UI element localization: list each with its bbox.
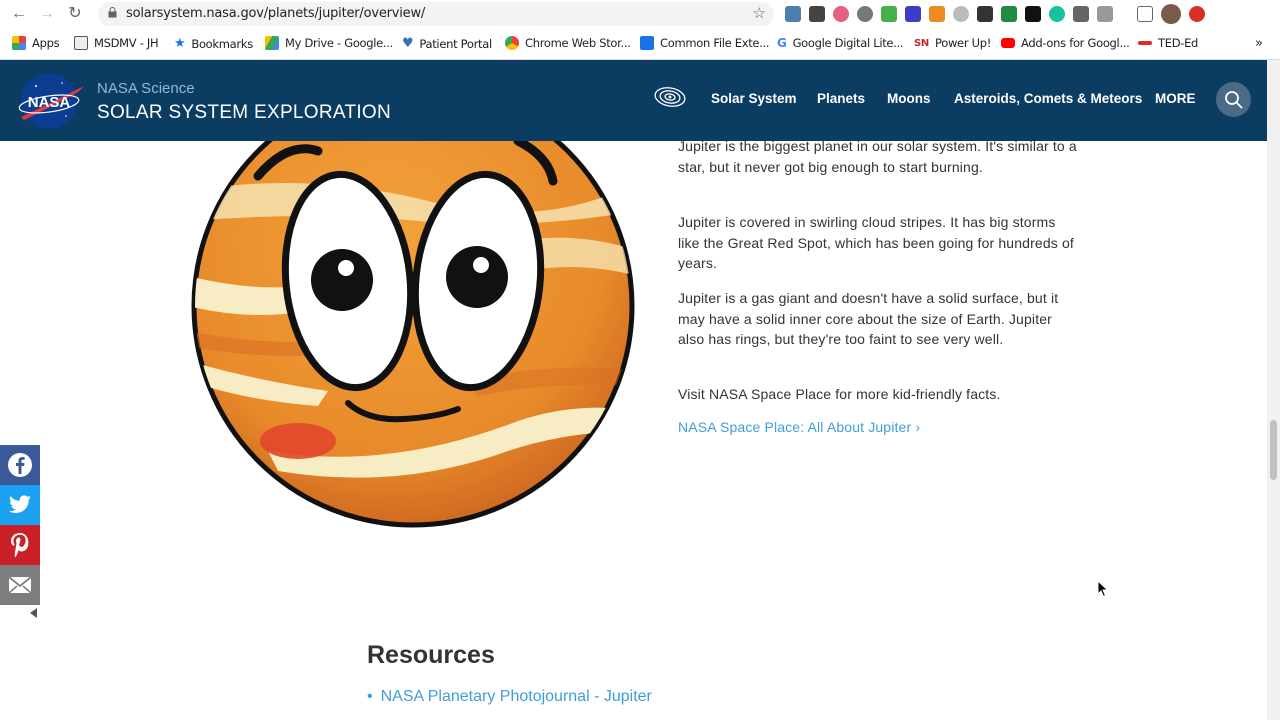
brand-title[interactable]: SOLAR SYSTEM EXPLORATION	[97, 102, 391, 124]
google-icon: G	[777, 36, 787, 50]
jupiter-paragraph-1: Jupiter is the biggest planet in our sol…	[678, 141, 1077, 175]
site-header: NASA NASA Science SOLAR SYSTEM EXPLORATI…	[0, 60, 1267, 141]
pinterest-share-button[interactable]	[0, 525, 40, 565]
file-icon	[640, 36, 654, 50]
main-content: Jupiter is the biggest planet in our sol…	[0, 141, 1267, 720]
address-row: ← → ↻ solarsystem.nasa.gov/planets/jupit…	[0, 0, 1280, 28]
nasa-logo-text: NASA	[28, 94, 71, 111]
extension-icon[interactable]	[1001, 6, 1017, 22]
envelope-icon	[8, 576, 32, 594]
nav-more[interactable]: MORE	[1155, 91, 1196, 106]
resources-heading: Resources	[367, 641, 495, 669]
nav-asteroids-comets-meteors[interactable]: Asteroids, Comets & Meteors	[954, 91, 1142, 106]
youtube-icon	[1001, 38, 1015, 48]
extension-icon[interactable]	[1025, 6, 1041, 22]
nav-solar-system[interactable]: Solar System	[711, 91, 797, 106]
resource-list-item[interactable]: • NASA Planetary Photojournal - Jupiter	[367, 688, 652, 706]
twitter-bird-icon	[9, 495, 31, 514]
reload-icon[interactable]: ↻	[66, 5, 84, 23]
facebook-share-button[interactable]	[0, 445, 40, 485]
page-scrollbar[interactable]	[1267, 60, 1280, 720]
facebook-icon	[8, 453, 32, 477]
bookmark-item[interactable]: MSDMV - JH	[74, 36, 159, 50]
avatar[interactable]	[1161, 4, 1181, 24]
nav-planets[interactable]: Planets	[817, 91, 865, 106]
back-arrow-icon[interactable]: ←	[10, 5, 28, 23]
brand-subtitle[interactable]: NASA Science	[97, 80, 195, 97]
collapse-share-bar-icon[interactable]	[30, 608, 37, 618]
extensions-row	[785, 4, 1205, 24]
browser-chrome: ← → ↻ solarsystem.nasa.gov/planets/jupit…	[0, 0, 1280, 60]
bookmark-item[interactable]: Add-ons for Googl...	[1001, 36, 1130, 50]
nav-moons[interactable]: Moons	[887, 91, 931, 106]
extension-icon[interactable]	[905, 6, 921, 22]
jupiter-cartoon-illustration	[191, 141, 635, 528]
ted-icon	[1138, 41, 1152, 45]
extension-icon[interactable]	[785, 6, 801, 22]
bookmarks-bar: Apps MSDMV - JH ★ Bookmarks My Drive - Go…	[0, 34, 1280, 54]
bookmark-item[interactable]: Chrome Web Stor...	[505, 36, 631, 50]
lock-icon	[108, 7, 117, 18]
extension-icon[interactable]	[809, 6, 825, 22]
bookmark-item[interactable]: My Drive - Google...	[265, 36, 393, 50]
mouse-cursor-icon	[1097, 580, 1109, 598]
drive-icon	[265, 36, 279, 50]
heart-icon: ♥	[402, 36, 414, 51]
pinterest-icon	[11, 533, 29, 558]
extension-icon[interactable]	[929, 6, 945, 22]
extension-icon[interactable]	[1097, 6, 1113, 22]
extension-icon[interactable]	[953, 6, 969, 22]
chrome-store-icon	[505, 36, 519, 50]
extension-icon[interactable]	[1049, 6, 1065, 22]
bookmark-item[interactable]: Apps	[12, 36, 60, 50]
resource-link[interactable]: NASA Planetary Photojournal - Jupiter	[381, 688, 652, 705]
bookmark-item[interactable]: G Google Digital Lite...	[777, 36, 904, 50]
extension-icon[interactable]	[977, 6, 993, 22]
extension-icon[interactable]	[1073, 6, 1089, 22]
page-icon	[74, 36, 88, 50]
search-icon	[1225, 91, 1243, 109]
nasa-logo[interactable]: NASA	[18, 72, 86, 130]
scrollbar-thumb[interactable]	[1270, 420, 1277, 480]
cast-icon[interactable]	[1137, 6, 1153, 22]
solar-system-orbit-icon[interactable]	[653, 84, 687, 110]
bookmark-item[interactable]: Common File Exte...	[640, 36, 770, 50]
extension-icon[interactable]	[881, 6, 897, 22]
address-bar[interactable]: solarsystem.nasa.gov/planets/jupiter/ove…	[98, 2, 774, 26]
apps-grid-icon	[12, 36, 26, 50]
email-share-button[interactable]	[0, 565, 40, 605]
extension-icon[interactable]	[1189, 6, 1205, 22]
url-text: solarsystem.nasa.gov/planets/jupiter/ove…	[126, 6, 426, 21]
space-place-link[interactable]: NASA Space Place: All About Jupiter ›	[678, 419, 920, 435]
star-icon: ★	[174, 36, 186, 51]
extension-icon[interactable]	[833, 6, 849, 22]
extension-icon[interactable]	[857, 6, 873, 22]
bookmark-star-icon[interactable]: ☆	[753, 4, 766, 22]
bookmark-item[interactable]: ★ Bookmarks	[174, 36, 253, 51]
search-button[interactable]	[1216, 82, 1251, 117]
bookmark-item[interactable]: TED-Ed	[1138, 36, 1198, 50]
bookmark-item[interactable]: ♥ Patient Portal	[402, 36, 492, 51]
jupiter-paragraph-2: Jupiter is covered in swirling cloud str…	[678, 214, 1074, 271]
bullet: •	[367, 688, 373, 705]
bookmark-item[interactable]: SN Power Up!	[914, 36, 991, 50]
more-bookmarks-icon[interactable]: »	[1255, 36, 1263, 51]
forward-arrow-icon[interactable]: →	[38, 5, 56, 23]
twitter-share-button[interactable]	[0, 485, 40, 525]
jupiter-paragraph-4: Visit NASA Space Place for more kid-frie…	[678, 386, 1001, 402]
jupiter-paragraph-3: Jupiter is a gas giant and doesn't have …	[678, 290, 1059, 347]
powerup-icon: SN	[914, 37, 929, 49]
